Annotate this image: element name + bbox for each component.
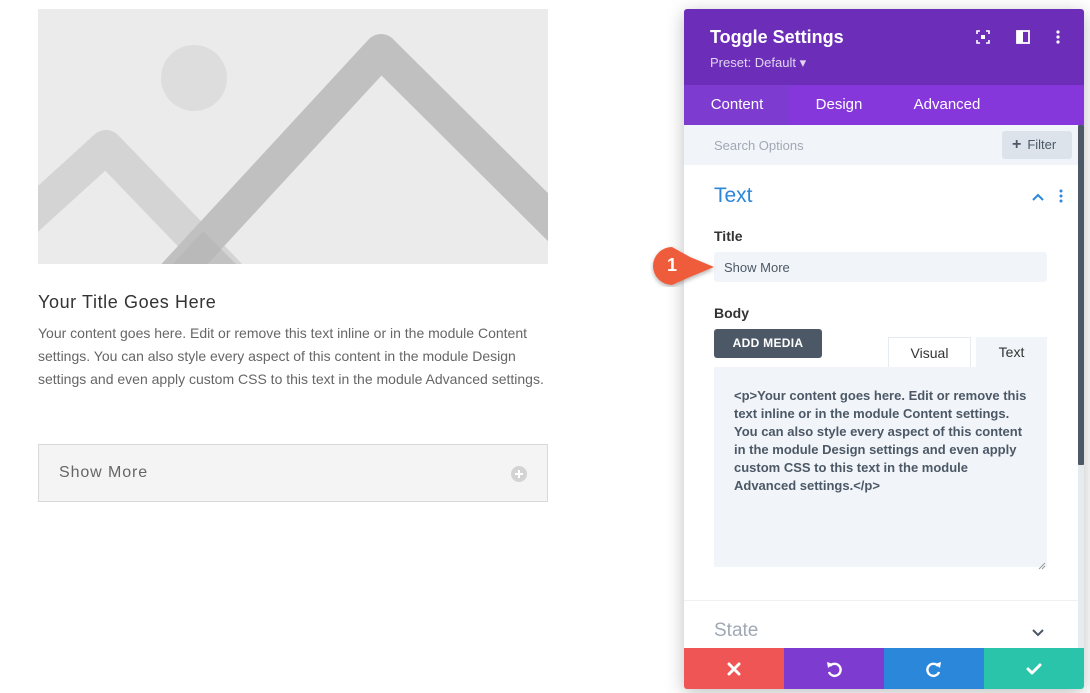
scrollbar-thumb[interactable] (1078, 125, 1084, 465)
tab-content[interactable]: Content (684, 85, 790, 125)
placeholder-image (38, 9, 548, 264)
tab-design[interactable]: Design (790, 85, 888, 125)
chevron-down-icon[interactable] (1030, 624, 1046, 640)
modal-footer (684, 648, 1084, 689)
tab-advanced[interactable]: Advanced (888, 85, 1006, 125)
toggle-module[interactable]: Show More (38, 444, 548, 502)
body-field-label: Body (714, 305, 749, 321)
editor-tab-visual[interactable]: Visual (888, 337, 971, 367)
redo-icon (926, 661, 941, 677)
toggle-settings-modal: Toggle Settings Preset: Default ▾ Conten… (684, 9, 1084, 689)
preview-body-text: Your content goes here. Edit or remove t… (38, 325, 544, 387)
undo-icon (827, 661, 842, 677)
modal-header[interactable]: Toggle Settings Preset: Default ▾ (684, 9, 1084, 85)
redo-button[interactable] (884, 648, 984, 689)
more-options-icon[interactable] (1050, 29, 1066, 45)
cancel-button[interactable] (684, 648, 784, 689)
annotation-callout: 1 (650, 245, 718, 287)
editor-tab-text[interactable]: Text (976, 337, 1047, 367)
filter-button[interactable]: + Filter (1002, 131, 1072, 159)
resize-grip-icon[interactable] (1038, 557, 1046, 570)
placeholder-image-icon (38, 9, 548, 264)
body-textarea[interactable]: <p>Your content goes here. Edit or remov… (714, 367, 1047, 567)
fullscreen-icon[interactable] (975, 29, 991, 45)
annotation-number: 1 (666, 255, 677, 275)
save-button[interactable] (984, 648, 1084, 689)
search-bar: + Filter (684, 125, 1078, 165)
cancel-icon (727, 662, 741, 675)
settings-tabs: Content Design Advanced (684, 85, 1084, 125)
preview-title: Your Title Goes Here (38, 292, 217, 312)
modal-title: Toggle Settings (710, 27, 844, 47)
undo-button[interactable] (784, 648, 884, 689)
section-divider (684, 600, 1078, 601)
section-state-title[interactable]: State (714, 620, 758, 642)
search-input[interactable] (714, 125, 994, 165)
title-input[interactable] (714, 252, 1047, 282)
section-text-title[interactable]: Text (714, 184, 753, 208)
title-field-label: Title (714, 228, 743, 244)
preset-dropdown[interactable]: Preset: Default ▾ (710, 55, 806, 71)
chevron-up-icon[interactable] (1030, 189, 1046, 205)
plus-icon: + (1012, 136, 1022, 153)
add-media-button[interactable]: ADD MEDIA (714, 329, 822, 358)
plus-circle-icon[interactable] (511, 466, 527, 482)
toggle-title: Show More (59, 464, 149, 481)
filter-label: Filter (1027, 137, 1057, 152)
split-view-icon[interactable] (1015, 29, 1031, 45)
save-check-icon (1026, 663, 1042, 674)
section-more-icon[interactable] (1056, 188, 1066, 204)
